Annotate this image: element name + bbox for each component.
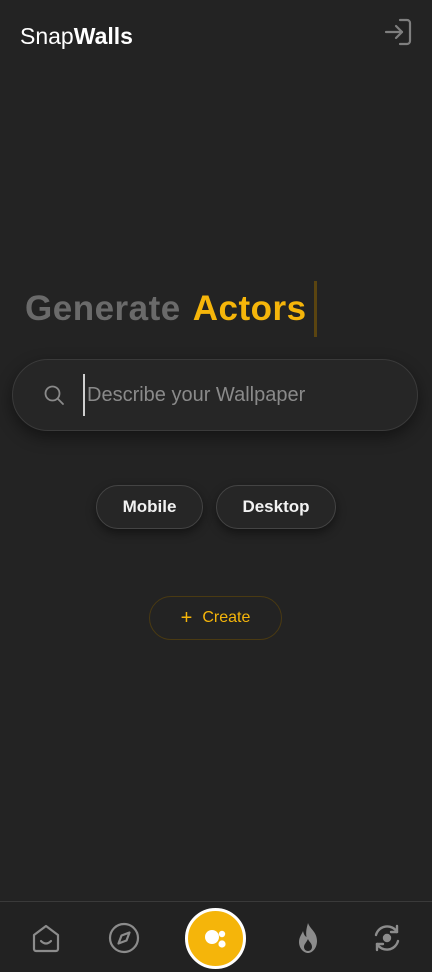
logo-light-text: Snap (20, 23, 74, 49)
nav-trending[interactable] (290, 920, 326, 956)
nav-home[interactable] (28, 920, 64, 956)
compass-icon (108, 922, 140, 954)
create-button[interactable]: + Create (149, 596, 282, 640)
home-icon (32, 924, 60, 953)
device-options: Mobile Desktop (0, 485, 432, 529)
search-input[interactable] (83, 374, 379, 416)
headline-dynamic-word: Actors (192, 289, 307, 328)
create-button-label: Create (202, 609, 251, 626)
fire-icon (299, 923, 317, 953)
mobile-option-button[interactable]: Mobile (96, 485, 203, 529)
search-bar[interactable] (12, 359, 418, 431)
plus-icon: + (180, 607, 193, 629)
search-icon (43, 384, 65, 406)
nav-explore[interactable] (106, 920, 142, 956)
login-button[interactable] (382, 16, 414, 48)
logo-bold-text: Walls (73, 23, 133, 49)
bottom-navigation (0, 901, 432, 972)
desktop-option-button[interactable]: Desktop (216, 485, 336, 529)
nav-generate[interactable] (185, 908, 246, 969)
generate-icon (204, 929, 226, 948)
refresh-icon (374, 924, 400, 952)
hero-headline: Generate Actors (25, 281, 317, 337)
headline-static-word: Generate (25, 289, 181, 328)
typing-caret (313, 281, 317, 337)
app-logo: SnapWalls (20, 22, 133, 50)
nav-refresh[interactable] (369, 920, 405, 956)
login-icon (384, 18, 412, 46)
